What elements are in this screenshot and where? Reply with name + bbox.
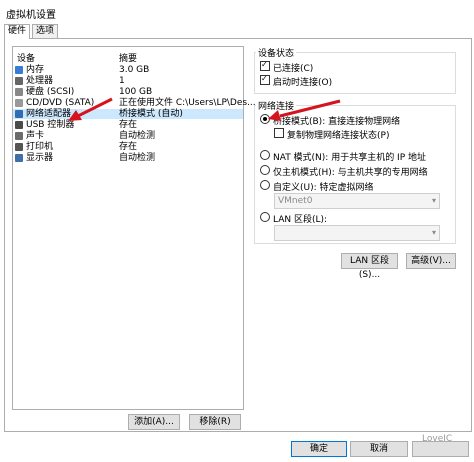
- annotation-arrow-left: [68, 97, 113, 121]
- device-row[interactable]: CD/DVD (SATA) 正在使用文件 C:\Users\LP\Des...: [13, 98, 256, 108]
- device-summary: 1: [119, 76, 125, 86]
- watermark: LoveIC: [422, 434, 453, 444]
- add-device-button[interactable]: 添加(A)...: [128, 414, 180, 430]
- device-row[interactable]: USB 控制器 存在: [13, 120, 243, 130]
- device-summary: 自动检测: [119, 131, 156, 141]
- nat-radio[interactable]: [260, 150, 270, 160]
- device-list-header: 设备 摘要: [13, 47, 243, 64]
- hard-disk-icon: [15, 88, 23, 96]
- memory-icon: [15, 66, 23, 74]
- device-row[interactable]: 处理器 1: [13, 76, 243, 86]
- printer-icon: [15, 143, 23, 151]
- device-status-title: 设备状态: [256, 46, 297, 59]
- tab-strip: 硬件 选项: [0, 24, 474, 39]
- vmnet-select[interactable]: VMnet0 ▾: [274, 193, 440, 209]
- lan-segment-radio[interactable]: [260, 212, 270, 222]
- device-row[interactable]: 硬盘 (SCSI) 100 GB: [13, 87, 243, 97]
- custom-radio[interactable]: [260, 180, 270, 190]
- tab-hardware[interactable]: 硬件: [4, 24, 31, 39]
- device-summary: 自动检测: [119, 153, 156, 163]
- chevron-down-icon: ▾: [431, 228, 436, 237]
- device-name: 内存: [26, 65, 45, 75]
- device-summary: 存在: [119, 120, 138, 130]
- vmnet-value: VMnet0: [278, 196, 313, 206]
- device-row[interactable]: 打印机 存在: [13, 142, 243, 152]
- device-summary: 3.0 GB: [119, 65, 150, 75]
- device-column-header: 设备: [17, 54, 36, 64]
- cancel-button[interactable]: 取消: [350, 441, 408, 457]
- replicate-state-checkbox[interactable]: [274, 128, 284, 138]
- chevron-down-icon: ▾: [431, 196, 436, 205]
- device-name: 声卡: [26, 131, 45, 141]
- device-summary: 桥接模式 (自动): [119, 109, 183, 119]
- connected-label: 已连接(C): [273, 64, 314, 74]
- device-list[interactable]: 设备 摘要 内存 3.0 GB 处理器 1 硬盘 (SCSI) 100 GB CD/DVD …: [12, 46, 256, 410]
- lan-segment-label: LAN 区段(L):: [273, 215, 328, 225]
- custom-label: 自定义(U): 特定虚拟网络: [273, 183, 374, 193]
- device-summary: 存在: [119, 142, 138, 152]
- annotation-arrow-right: [268, 99, 341, 121]
- device-summary: 100 GB: [119, 87, 153, 97]
- sound-card-icon: [15, 132, 23, 140]
- device-name: 显示器: [26, 153, 54, 163]
- connect-at-power-on-label: 启动时连接(O): [273, 78, 333, 88]
- nat-label: NAT 模式(N): 用于共享主机的 IP 地址: [273, 153, 427, 163]
- window-title: 虚拟机设置: [6, 10, 56, 21]
- device-name: 处理器: [26, 76, 54, 86]
- device-summary: 正在使用文件 C:\Users\LP\Des...: [119, 98, 256, 108]
- summary-column-header: 摘要: [119, 54, 138, 64]
- tab-options[interactable]: 选项: [32, 24, 59, 38]
- device-row[interactable]: 内存 3.0 GB: [13, 65, 243, 75]
- cd-dvd-icon: [15, 99, 23, 107]
- device-row[interactable]: 声卡 自动检测: [13, 131, 243, 141]
- title-bar: 虚拟机设置: [0, 0, 474, 24]
- device-row[interactable]: 显示器 自动检测: [13, 153, 243, 163]
- remove-device-button[interactable]: 移除(R): [189, 414, 241, 430]
- host-only-label: 仅主机模式(H): 与主机共享的专用网络: [273, 168, 428, 178]
- lan-segment-select[interactable]: ▾: [274, 225, 440, 241]
- ok-button[interactable]: 确定: [291, 441, 347, 457]
- connected-checkbox[interactable]: [260, 60, 270, 71]
- device-name: 打印机: [26, 142, 54, 152]
- replicate-state-label: 复制物理网络连接状态(P): [287, 131, 390, 141]
- lan-segments-button[interactable]: LAN 区段(S)...: [341, 253, 398, 280]
- display-icon: [15, 154, 23, 162]
- usb-controller-icon: [15, 121, 23, 129]
- processor-icon: [15, 77, 23, 85]
- device-row[interactable]: 网络适配器 桥接模式 (自动): [13, 109, 243, 119]
- network-adapter-icon: [15, 110, 23, 118]
- advanced-button[interactable]: 高级(V)...: [406, 253, 456, 269]
- host-only-radio[interactable]: [260, 165, 270, 175]
- connect-at-power-on-checkbox[interactable]: [260, 74, 270, 85]
